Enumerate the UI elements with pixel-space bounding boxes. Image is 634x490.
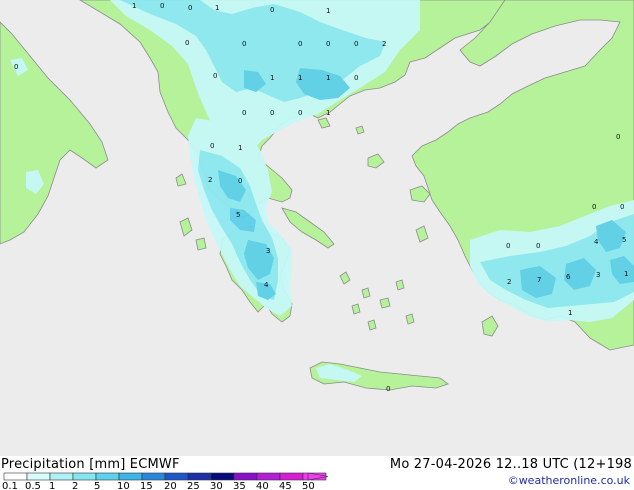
legend-swatches [3,472,327,481]
legend-swatch [26,472,51,481]
legend-ticks: 0.1 0.5 1 2 5 10 15 20 25 30 35 40 45 50 [2,481,315,490]
map-value-label: 0 [185,39,189,47]
map-value-label: 0 [14,63,18,71]
map-value-label: 0 [270,6,274,14]
map-value-label: 5 [236,211,240,219]
map-value-label: 0 [354,74,358,82]
legend-tick-label: 40 [256,481,269,490]
legend-swatch [210,472,235,481]
legend-swatch [187,472,212,481]
map-value-label: 1 [270,74,274,82]
precipitation-map: 1 0 0 1 0 1 0 0 0 0 0 2 0 0 1 1 1 0 0 0 … [0,0,634,456]
legend-tick-label: 50 [302,481,315,490]
map-value-label: 1 [215,4,219,12]
map-value-label: 0 [270,109,274,117]
map-title-left: Precipitation [mm] ECMWF [1,457,180,472]
legend-swatch [95,472,120,481]
map-value-label: 0 [616,133,620,141]
legend-tick-label: 10 [117,481,130,490]
map-value-label: 2 [507,278,511,286]
map-value-label: 0 [242,109,246,117]
map-value-label: 1 [132,2,136,10]
legend-swatch [49,472,74,481]
credit-link[interactable]: ©weatheronline.co.uk [508,474,630,487]
map-value-label: 3 [596,271,600,279]
map-value-label: 4 [594,238,599,246]
legend-tick-label: 20 [164,481,177,490]
map-value-label: 0 [326,40,330,48]
map-value-label: 0 [213,72,217,80]
legend-swatch [164,472,189,481]
legend-tick-label: 45 [279,481,292,490]
map-value-label: 0 [506,242,510,250]
map-value-label: 1 [624,270,628,278]
legend-swatch [256,472,281,481]
map-value-label: 1 [326,74,330,82]
map-title-right: Mo 27-04-2026 12..18 UTC (12+198 [389,457,632,472]
map-value-label: 0 [386,385,390,393]
map-value-label: 1 [298,74,302,82]
legend-swatch [118,472,143,481]
legend-tick-label: 0.1 [2,481,18,490]
map-value-label: 0 [354,40,358,48]
legend-tick-label: 5 [94,481,100,490]
legend-swatch [72,472,97,481]
map-value-label: 5 [622,236,626,244]
precip-legend: 0.1 0.5 1 2 5 10 15 20 25 30 35 40 45 50 [2,472,329,490]
legend-tick-label: 2 [72,481,78,490]
map-value-label: 2 [382,40,386,48]
map-value-label: 4 [264,281,269,289]
map-value-label: 1 [238,144,242,152]
legend-tick-label: 25 [187,481,200,490]
legend-swatch [233,472,258,481]
legend-swatch [279,472,304,481]
map-value-label: 1 [326,7,330,15]
legend-tick-label: 0.5 [25,481,41,490]
legend-tick-label: 15 [140,481,153,490]
map-value-label: 1 [568,309,572,317]
map-value-label: 6 [566,273,571,281]
map-value-label: 0 [242,40,246,48]
map-value-label: 0 [298,40,302,48]
map-value-label: 7 [537,276,541,284]
map-value-label: 0 [210,142,214,150]
map-value-label: 3 [266,247,270,255]
legend-swatch [141,472,166,481]
map-value-label: 2 [208,176,212,184]
map-value-label: 0 [592,203,596,211]
map-value-label: 0 [238,177,242,185]
legend-tick-label: 35 [233,481,246,490]
map-value-label: 0 [160,2,164,10]
legend-swatch [3,472,28,481]
legend-tick-label: 1 [49,481,55,490]
map-value-label: 0 [298,109,302,117]
map-value-label: 0 [188,4,192,12]
map-value-label: 0 [620,203,624,211]
legend-tick-label: 30 [210,481,223,490]
map-value-label: 0 [536,242,540,250]
map-value-label: 1 [326,109,330,117]
